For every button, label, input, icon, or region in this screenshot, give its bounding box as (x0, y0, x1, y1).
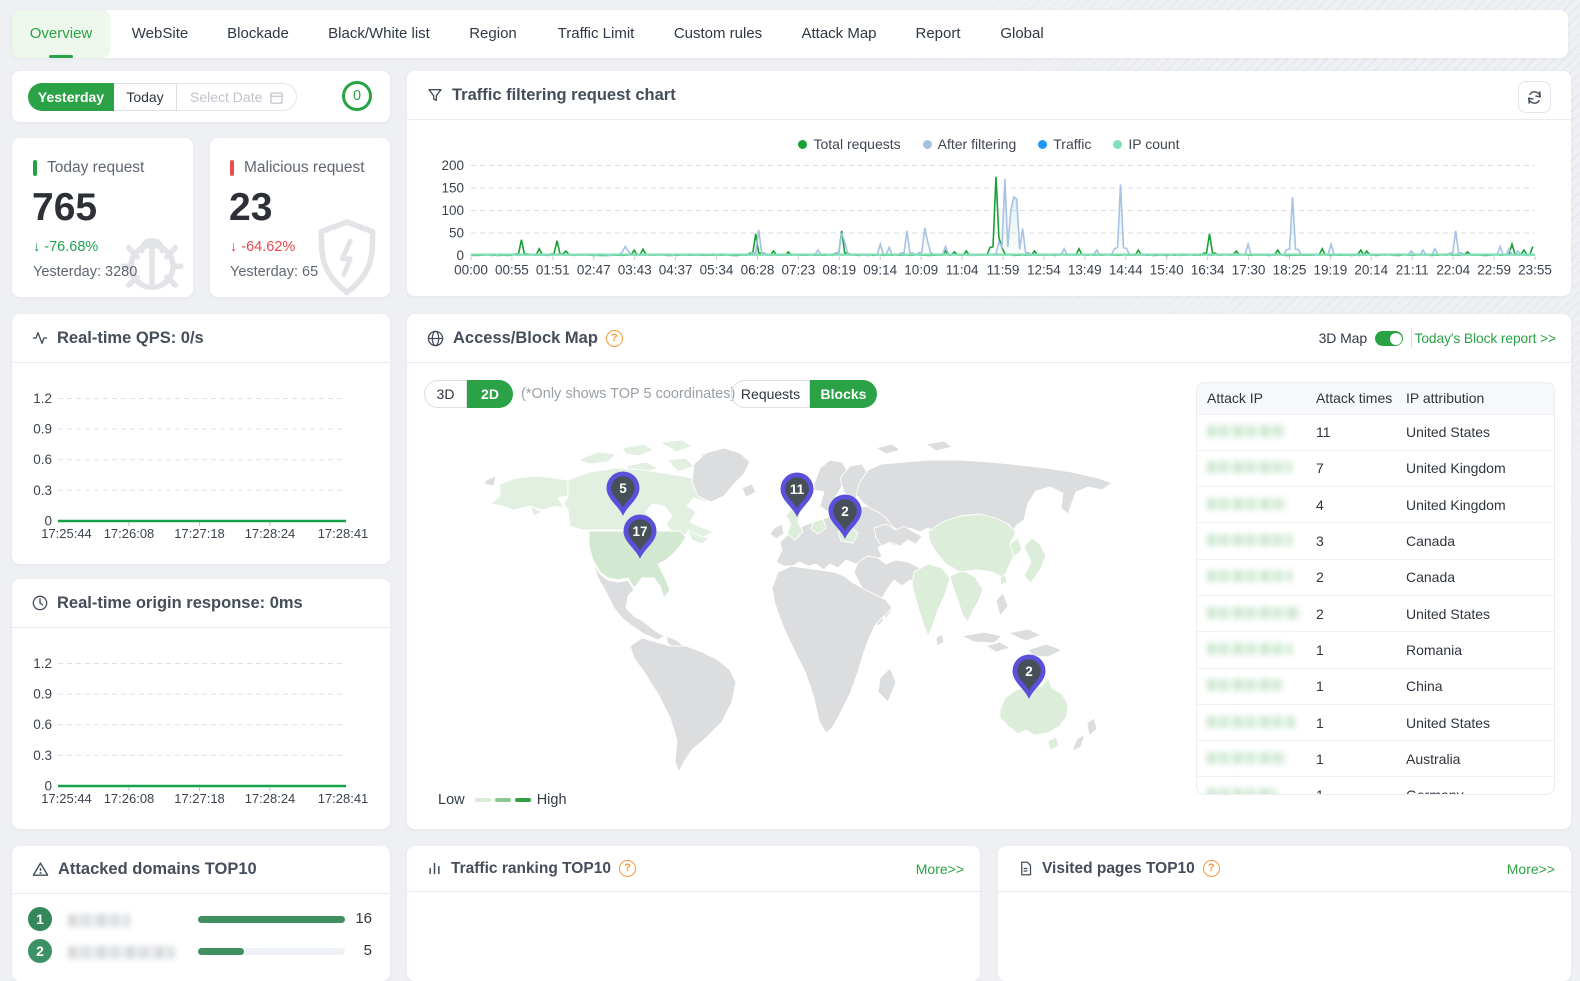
svg-text:200: 200 (441, 158, 464, 173)
svg-text:08:19: 08:19 (822, 263, 856, 278)
svg-text:16:34: 16:34 (1191, 263, 1225, 278)
svg-text:0.3: 0.3 (33, 483, 52, 498)
svg-text:1.2: 1.2 (33, 656, 52, 671)
svg-text:11:04: 11:04 (946, 263, 979, 278)
svg-text:05:34: 05:34 (700, 263, 734, 278)
svg-text:20:14: 20:14 (1354, 263, 1388, 278)
svg-text:0.9: 0.9 (33, 687, 52, 702)
svg-text:13:49: 13:49 (1068, 263, 1102, 278)
svg-text:00:00: 00:00 (454, 263, 488, 278)
svg-text:01:51: 01:51 (536, 263, 570, 278)
svg-text:17:25:44: 17:25:44 (41, 791, 92, 806)
svg-text:17:28:24: 17:28:24 (245, 791, 296, 806)
svg-text:11:59: 11:59 (987, 263, 1020, 278)
svg-text:21:11: 21:11 (1396, 263, 1429, 278)
svg-text:2: 2 (841, 504, 849, 519)
svg-text:19:19: 19:19 (1314, 263, 1348, 278)
svg-text:1.2: 1.2 (33, 391, 52, 406)
svg-text:11: 11 (790, 482, 805, 497)
svg-text:0.3: 0.3 (33, 748, 52, 763)
svg-text:22:04: 22:04 (1436, 263, 1470, 278)
svg-text:09:14: 09:14 (863, 263, 897, 278)
svg-text:0: 0 (456, 248, 464, 263)
svg-text:07:23: 07:23 (782, 263, 816, 278)
svg-text:03:43: 03:43 (618, 263, 652, 278)
svg-text:15:40: 15:40 (1150, 263, 1184, 278)
svg-text:5: 5 (619, 481, 627, 496)
svg-text:17: 17 (632, 524, 647, 539)
svg-text:17:30: 17:30 (1232, 263, 1266, 278)
svg-text:2: 2 (1025, 664, 1033, 679)
svg-text:50: 50 (449, 226, 464, 241)
svg-text:22:59: 22:59 (1477, 263, 1511, 278)
svg-text:12:54: 12:54 (1027, 263, 1061, 278)
svg-text:10:09: 10:09 (904, 263, 938, 278)
svg-text:23:55: 23:55 (1518, 263, 1552, 278)
svg-text:17:26:08: 17:26:08 (104, 791, 155, 806)
svg-text:17:26:08: 17:26:08 (104, 526, 155, 541)
svg-text:17:27:18: 17:27:18 (174, 791, 225, 806)
svg-text:02:47: 02:47 (577, 263, 611, 278)
svg-text:17:27:18: 17:27:18 (174, 526, 225, 541)
svg-text:17:25:44: 17:25:44 (41, 526, 92, 541)
svg-text:04:37: 04:37 (659, 263, 693, 278)
svg-text:17:28:41: 17:28:41 (318, 526, 369, 541)
svg-text:150: 150 (441, 181, 464, 196)
svg-text:0.6: 0.6 (33, 717, 52, 732)
svg-text:06:28: 06:28 (741, 263, 775, 278)
svg-text:17:28:41: 17:28:41 (318, 791, 369, 806)
svg-text:0.6: 0.6 (33, 452, 52, 467)
svg-text:14:44: 14:44 (1109, 263, 1143, 278)
svg-text:18:25: 18:25 (1273, 263, 1307, 278)
svg-text:00:55: 00:55 (495, 263, 529, 278)
svg-text:17:28:24: 17:28:24 (245, 526, 296, 541)
svg-text:100: 100 (441, 203, 464, 218)
svg-text:0.9: 0.9 (33, 422, 52, 437)
